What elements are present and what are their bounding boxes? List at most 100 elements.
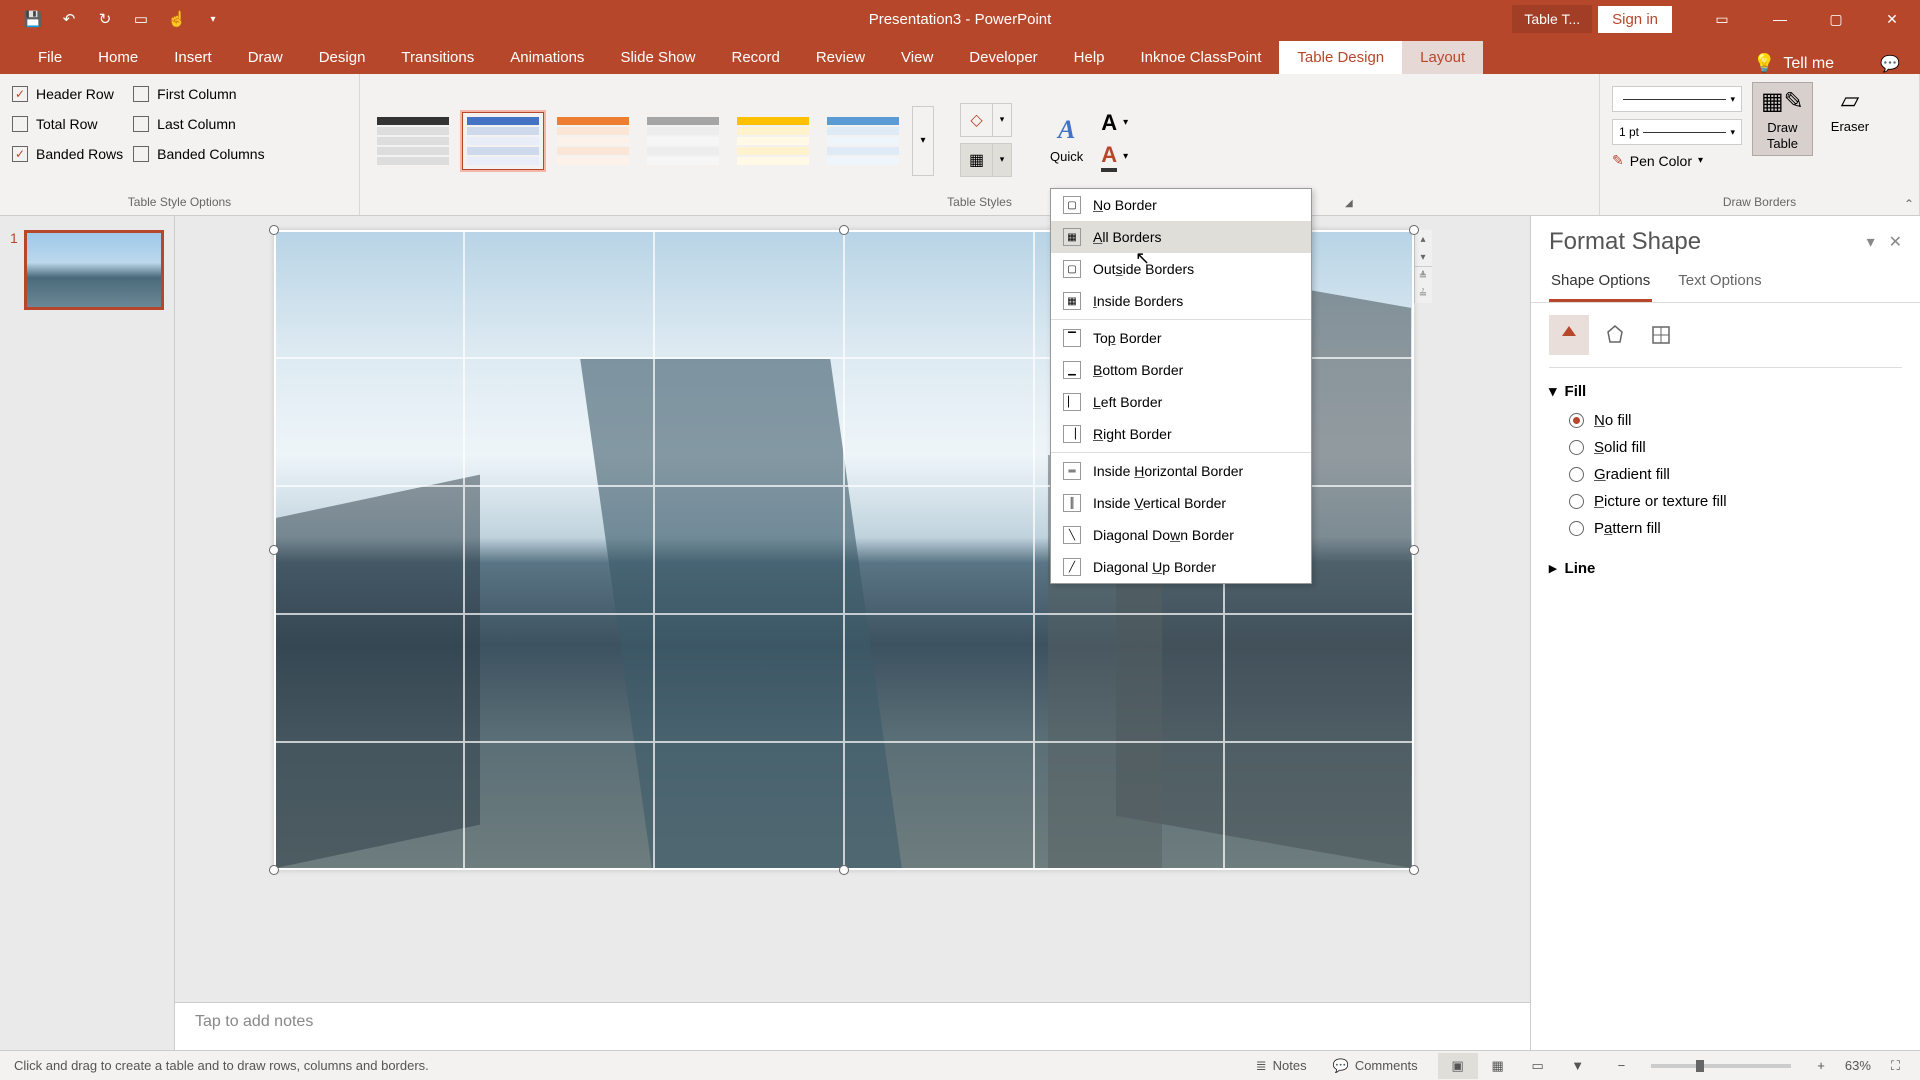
fit-window-icon[interactable]: ⛶ (1885, 1054, 1906, 1078)
slideshow-view-icon[interactable]: ▼ (1558, 1053, 1598, 1079)
tab-shape-options[interactable]: Shape Options (1549, 264, 1652, 302)
collapse-ribbon-icon[interactable]: ⌃ (1904, 197, 1914, 211)
close-icon[interactable]: ✕ (1864, 0, 1920, 38)
tab-animations[interactable]: Animations (492, 41, 602, 74)
prev-slide-icon[interactable]: ≜ (1415, 267, 1432, 285)
pen-weight-combo[interactable]: 1 pt▾ (1612, 119, 1742, 145)
maximize-icon[interactable]: ▢ (1808, 0, 1864, 38)
selection-handle[interactable] (269, 225, 279, 235)
tab-view[interactable]: View (883, 41, 951, 74)
context-tab-label[interactable]: Table T... (1512, 5, 1592, 33)
signin-button[interactable]: Sign in (1598, 6, 1672, 33)
tellme-label[interactable]: Tell me (1783, 55, 1834, 73)
selection-handle[interactable] (269, 545, 279, 555)
cb-last-column[interactable]: Last Column (133, 116, 264, 132)
tab-layout[interactable]: Layout (1402, 41, 1483, 74)
dialog-launcher-icon[interactable]: ◢ (1345, 198, 1353, 209)
cb-banded-columns[interactable]: Banded Columns (133, 146, 264, 162)
tab-draw[interactable]: Draw (230, 41, 301, 74)
radio-picture-fill[interactable]: Picture or texture fill (1569, 493, 1902, 510)
save-icon[interactable]: 💾 (24, 10, 42, 28)
effects-icon[interactable] (1595, 315, 1635, 355)
tellme-icon[interactable]: 💡 (1753, 53, 1775, 74)
vertical-scrollbar[interactable]: ▴ ▾ ≜ ≟ (1414, 230, 1432, 303)
tab-text-options[interactable]: Text Options (1676, 264, 1763, 302)
undo-icon[interactable]: ↶ (60, 10, 78, 28)
ribbon-display-icon[interactable]: ▭ (1694, 0, 1750, 38)
draw-table-button[interactable]: ▦✎ Draw Table (1752, 82, 1813, 156)
chevron-down-icon[interactable]: ▾ (1123, 151, 1128, 162)
dd-outside-borders[interactable]: ▢Outside Borders (1051, 253, 1311, 285)
dd-inside-horizontal[interactable]: ═Inside Horizontal Border (1051, 455, 1311, 487)
zoom-in-button[interactable]: + (1811, 1054, 1831, 1077)
cb-total-row[interactable]: Total Row (12, 116, 123, 132)
notes-input[interactable]: Tap to add notes (175, 1002, 1530, 1050)
dd-top-border[interactable]: ▔Top Border (1051, 322, 1311, 354)
table-style-thumb[interactable] (642, 112, 724, 170)
selection-handle[interactable] (1409, 225, 1419, 235)
tab-table-design[interactable]: Table Design (1279, 41, 1402, 74)
slide-thumbnails-panel[interactable]: 1 (0, 216, 175, 1050)
borders-button[interactable]: ▦▾ (960, 143, 1012, 177)
eraser-button[interactable]: ▱ Eraser (1823, 82, 1877, 138)
chevron-down-icon[interactable]: ▾ (993, 104, 1011, 136)
pen-style-combo[interactable]: ▾ (1612, 86, 1742, 112)
pane-options-icon[interactable]: ▾ (1867, 232, 1875, 252)
dd-diagonal-down[interactable]: ╲Diagonal Down Border (1051, 519, 1311, 551)
tab-help[interactable]: Help (1056, 41, 1123, 74)
tab-record[interactable]: Record (713, 41, 797, 74)
dd-inside-borders[interactable]: ▦Inside Borders (1051, 285, 1311, 317)
sorter-view-icon[interactable]: ▦ (1478, 1053, 1518, 1079)
reading-view-icon[interactable]: ▭ (1518, 1053, 1558, 1079)
table-style-thumb[interactable] (462, 112, 544, 170)
selection-handle[interactable] (1409, 865, 1419, 875)
dd-right-border[interactable]: ▕Right Border (1051, 418, 1311, 450)
dd-left-border[interactable]: ▏Left Border (1051, 386, 1311, 418)
zoom-level[interactable]: 63% (1845, 1058, 1871, 1073)
cb-header-row[interactable]: ✓Header Row (12, 86, 123, 102)
dd-no-border[interactable]: ▢No Border (1051, 189, 1311, 221)
selection-handle[interactable] (839, 865, 849, 875)
dd-diagonal-up[interactable]: ╱Diagonal Up Border (1051, 551, 1311, 583)
line-section-toggle[interactable]: ▸Line (1549, 553, 1902, 583)
selection-handle[interactable] (839, 225, 849, 235)
radio-pattern-fill[interactable]: Pattern fill (1569, 520, 1902, 537)
pen-color-button[interactable]: ✎ Pen Color ▾ (1612, 152, 1742, 169)
radio-solid-fill[interactable]: Solid fill (1569, 439, 1902, 456)
qat-more-icon[interactable]: ▾ (204, 10, 222, 28)
fill-line-icon[interactable] (1549, 315, 1589, 355)
tab-insert[interactable]: Insert (156, 41, 230, 74)
quick-styles-button[interactable]: A Quick (1042, 111, 1091, 168)
tab-transitions[interactable]: Transitions (383, 41, 492, 74)
tab-review[interactable]: Review (798, 41, 883, 74)
chevron-down-icon[interactable]: ▾ (1123, 117, 1128, 128)
next-slide-icon[interactable]: ≟ (1415, 285, 1432, 303)
tab-inknoe[interactable]: Inknoe ClassPoint (1123, 41, 1280, 74)
tab-developer[interactable]: Developer (951, 41, 1055, 74)
chevron-down-icon[interactable]: ▾ (993, 144, 1011, 176)
scroll-down-icon[interactable]: ▾ (1415, 248, 1432, 266)
slide-thumbnail[interactable] (24, 230, 164, 310)
tab-file[interactable]: File (20, 41, 80, 74)
tab-design[interactable]: Design (301, 41, 384, 74)
minimize-icon[interactable]: — (1752, 0, 1808, 38)
notes-toggle[interactable]: ≣Notes (1250, 1054, 1313, 1078)
styles-more-button[interactable]: ▾ (912, 106, 934, 176)
radio-no-fill[interactable]: No fill (1569, 412, 1902, 429)
text-outline-icon[interactable]: A (1101, 142, 1117, 172)
cb-first-column[interactable]: First Column (133, 86, 264, 102)
table-style-thumb[interactable] (552, 112, 634, 170)
share-icon[interactable]: 💬 (1880, 54, 1900, 74)
text-fill-icon[interactable]: A (1101, 110, 1117, 136)
tab-home[interactable]: Home (80, 41, 156, 74)
cb-banded-rows[interactable]: ✓Banded Rows (12, 146, 123, 162)
normal-view-icon[interactable]: ▣ (1438, 1053, 1478, 1079)
dd-inside-vertical[interactable]: ║Inside Vertical Border (1051, 487, 1311, 519)
zoom-slider[interactable] (1651, 1064, 1791, 1068)
table-style-thumb[interactable] (822, 112, 904, 170)
selection-handle[interactable] (1409, 545, 1419, 555)
selection-handle[interactable] (269, 865, 279, 875)
fill-section-toggle[interactable]: ▾Fill (1549, 376, 1902, 406)
radio-gradient-fill[interactable]: Gradient fill (1569, 466, 1902, 483)
redo-icon[interactable]: ↻ (96, 10, 114, 28)
